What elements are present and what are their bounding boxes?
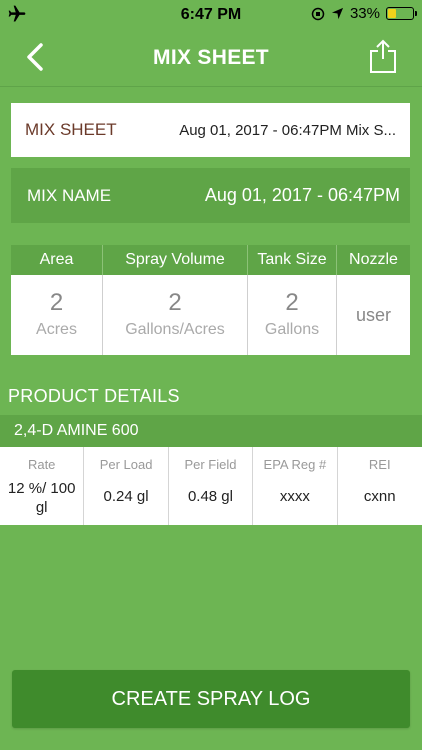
rei-header: REI [368, 457, 391, 472]
battery-icon [386, 7, 417, 20]
navigation-bar: MIX SHEET [0, 30, 422, 86]
per-field-cell: Per Field 0.48 gl [169, 447, 254, 525]
epa-reg-header: EPA Reg # [263, 457, 327, 472]
per-field-header: Per Field [184, 457, 237, 472]
rate-header: Rate [27, 457, 56, 472]
spray-volume-unit: Gallons/Acres [125, 321, 225, 338]
product-name-bar[interactable]: 2,4-D AMINE 600 [0, 415, 422, 447]
create-spray-log-button[interactable]: CREATE SPRAY LOG [12, 670, 410, 728]
mix-name-label: MIX NAME [27, 185, 112, 205]
nozzle-value: user [355, 304, 391, 325]
per-load-header: Per Load [99, 457, 153, 472]
rate-cell: Rate 12 %/ 100 gl [0, 447, 85, 525]
mix-sheet-value: Aug 01, 2017 - 06:47PM Mix S... [179, 121, 396, 139]
area-value: 2 [49, 289, 64, 316]
mix-name-value: Aug 01, 2017 - 06:47PM [204, 185, 400, 205]
per-load-value: 0.24 gl [103, 488, 149, 505]
share-icon[interactable] [368, 38, 398, 74]
area-unit: Acres [36, 321, 77, 338]
status-bar: 6:47 PM 33% [0, 0, 422, 30]
rate-value: 12 %/ 100 gl [7, 480, 76, 516]
spray-volume-header: Spray Volume [103, 245, 248, 275]
tank-size-header: Tank Size [248, 245, 337, 275]
tank-size-cell: 2 Gallons [248, 275, 337, 355]
epa-reg-cell: EPA Reg # xxxx [253, 447, 338, 525]
per-field-value: 0.48 gl [187, 488, 233, 505]
nozzle-cell: user [337, 275, 410, 355]
mix-sheet-row[interactable]: MIX SHEET Aug 01, 2017 - 06:47PM Mix S..… [11, 103, 410, 157]
tank-size-value: 2 [285, 289, 299, 316]
summary-value-row: 2 Acres 2 Gallons/Acres 2 Gallons user [11, 275, 410, 355]
battery-percent: 33% [349, 5, 380, 22]
area-cell: 2 Acres [11, 275, 103, 355]
nav-divider [0, 86, 422, 87]
location-icon [331, 7, 344, 20]
epa-reg-value: xxxx [279, 488, 310, 505]
mix-sheet-label: MIX SHEET [25, 120, 117, 139]
summary-table: Area Spray Volume Tank Size Nozzle 2 Acr… [11, 245, 410, 355]
product-name: 2,4-D AMINE 600 [14, 422, 139, 439]
area-header: Area [11, 245, 103, 275]
rei-cell: REI cxnn [338, 447, 422, 525]
status-right: 33% [311, 5, 417, 22]
orientation-lock-icon [311, 7, 325, 20]
tank-size-unit: Gallons [264, 321, 320, 338]
product-details-title: PRODUCT DETAILS [8, 386, 180, 406]
spray-volume-cell: 2 Gallons/Acres [103, 275, 248, 355]
per-load-cell: Per Load 0.24 gl [84, 447, 169, 525]
rei-value: cxnn [363, 488, 396, 505]
spray-volume-value: 2 [168, 289, 182, 316]
page-title: MIX SHEET [153, 46, 269, 69]
summary-header-row: Area Spray Volume Tank Size Nozzle [11, 245, 410, 275]
nozzle-header: Nozzle [349, 251, 398, 268]
mix-name-row[interactable]: MIX NAME Aug 01, 2017 - 06:47PM [11, 168, 410, 223]
product-table: Rate 12 %/ 100 gl Per Load 0.24 gl Per F… [0, 447, 422, 525]
